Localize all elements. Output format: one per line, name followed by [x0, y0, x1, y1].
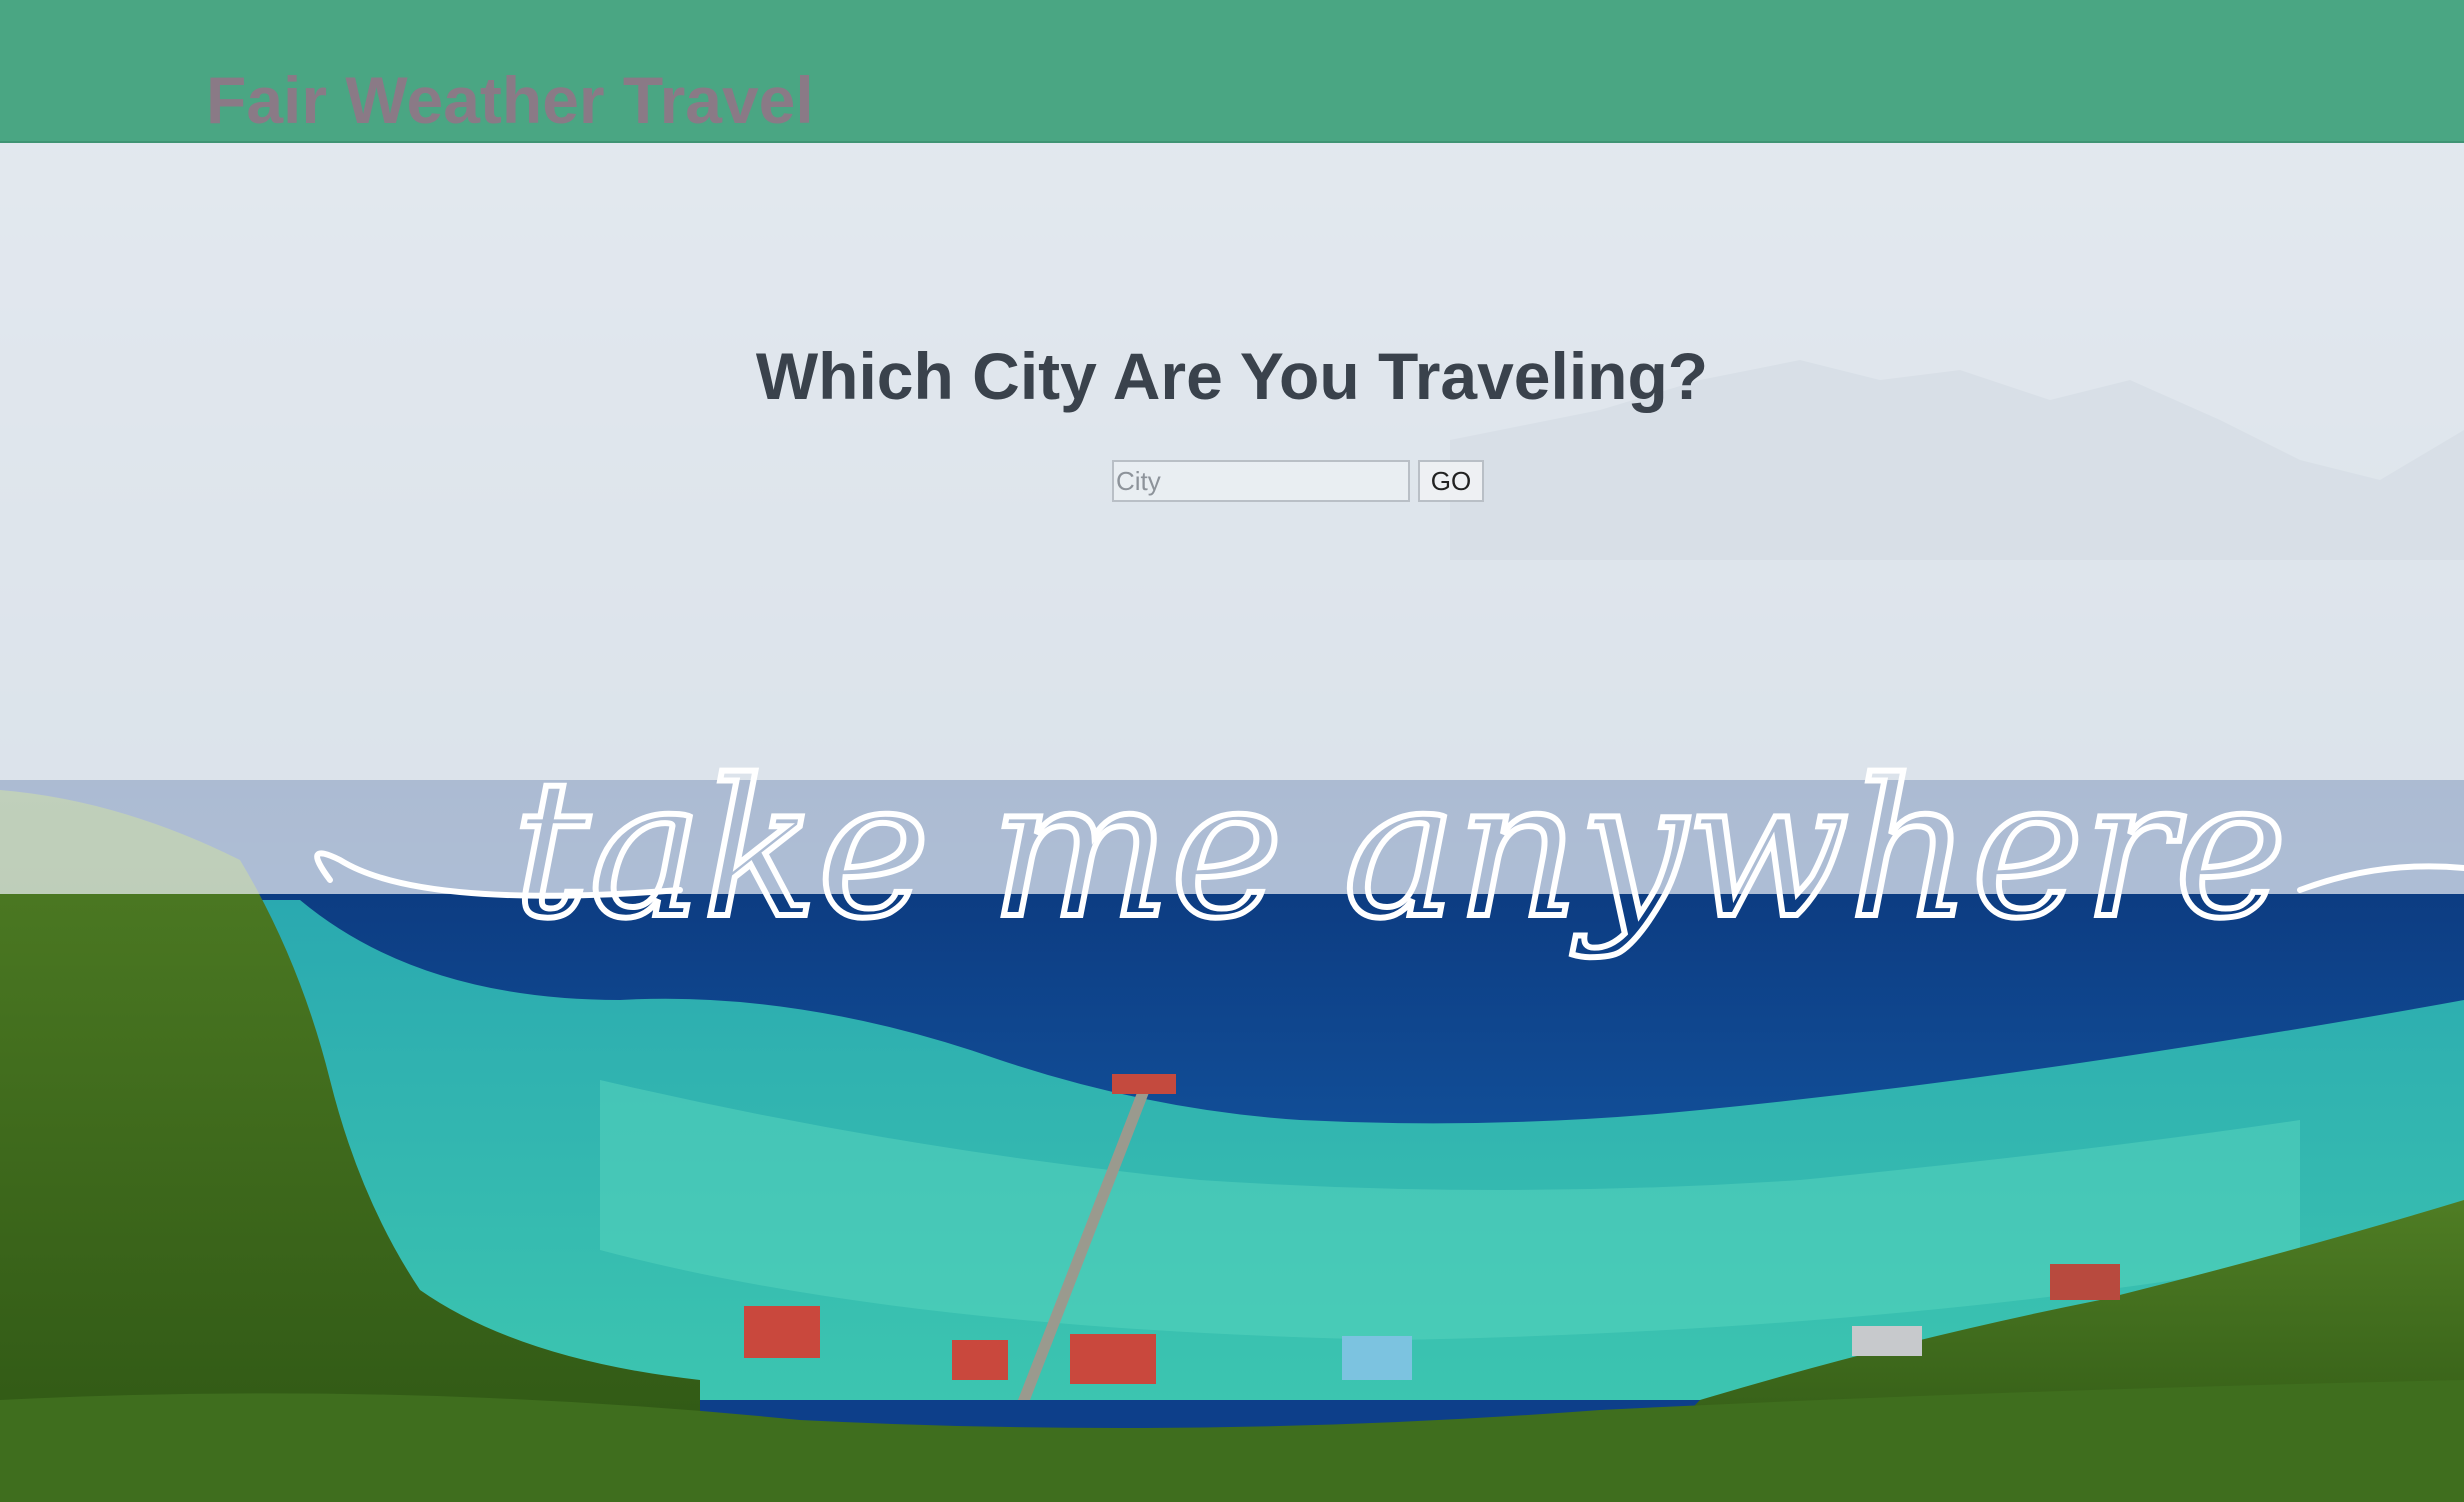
city-search-input[interactable] [1112, 460, 1410, 502]
city-search-form: GO [1112, 460, 1484, 502]
tagline-text: take me anywhere [513, 740, 2287, 960]
go-button[interactable]: GO [1418, 460, 1484, 502]
top-navbar: Fair Weather Travel [0, 0, 2464, 143]
tagline-swash-right [2297, 863, 2464, 893]
page: Fair Weather Travel Which City Are You T… [0, 0, 2464, 1502]
brand-title[interactable]: Fair Weather Travel [206, 62, 814, 138]
page-title: Which City Are You Traveling? [755, 339, 1709, 413]
tagline-script: take me anywhere [314, 740, 2464, 963]
